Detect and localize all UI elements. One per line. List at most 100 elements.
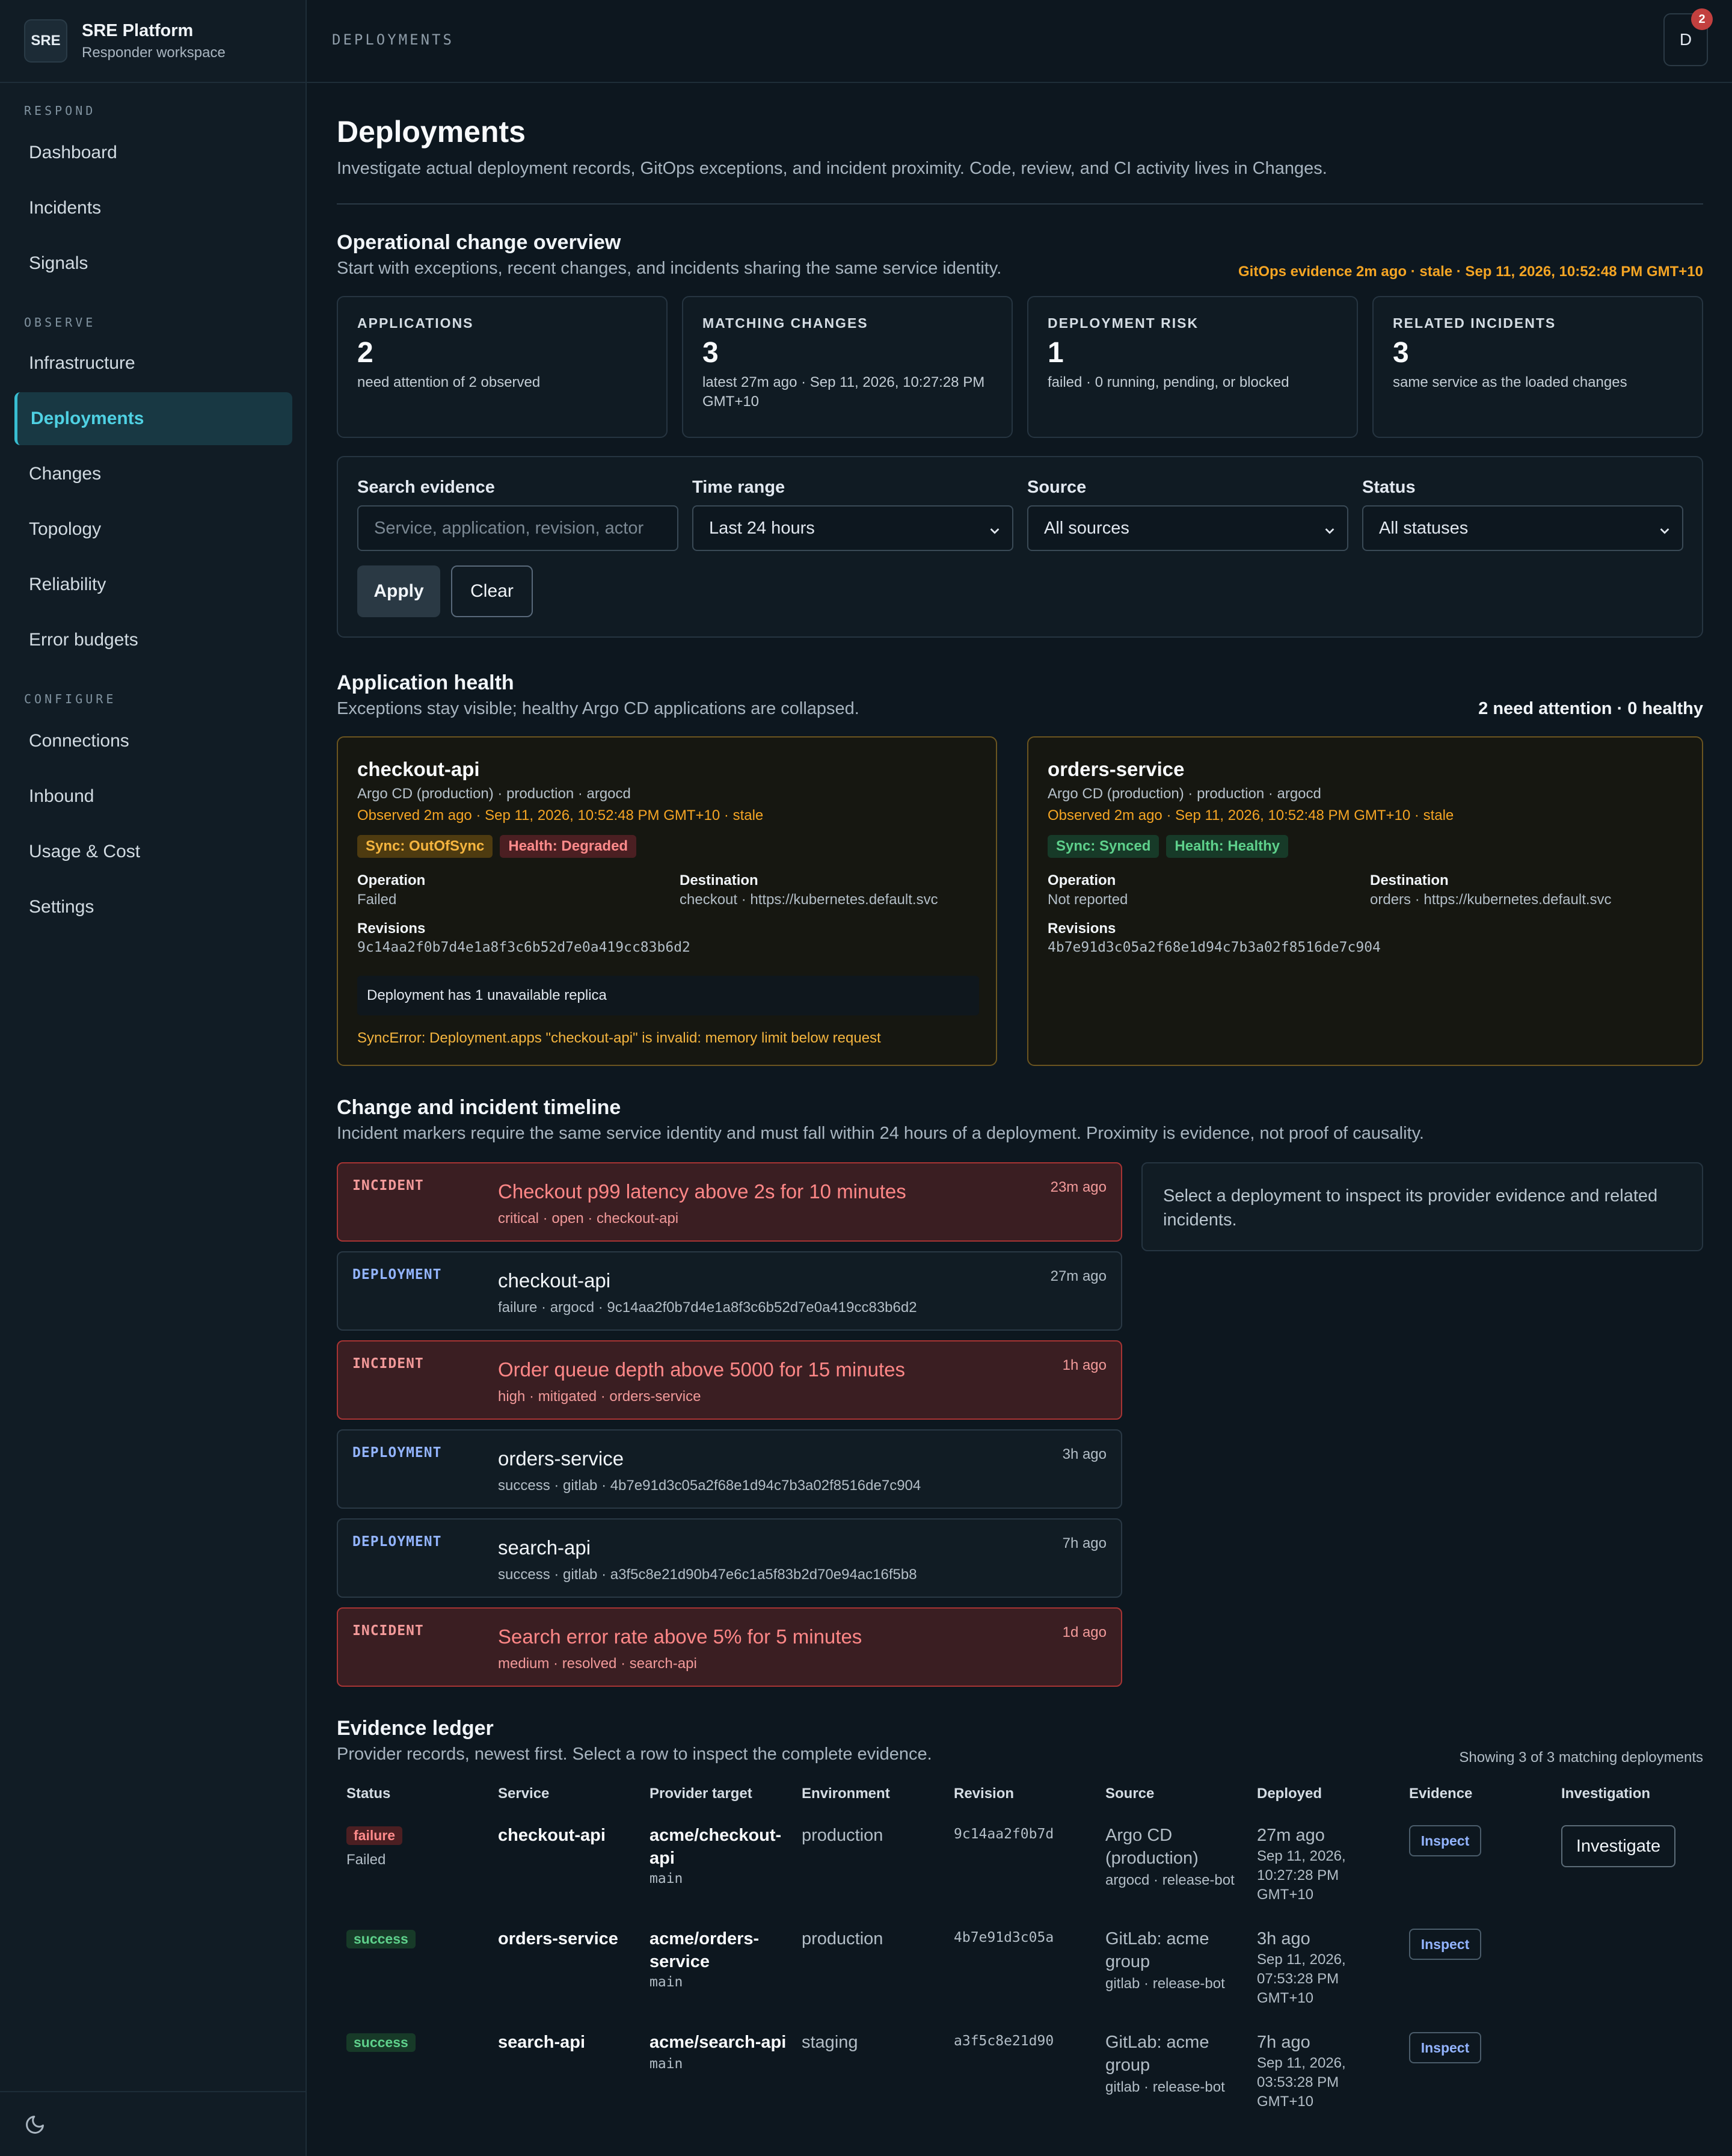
deployed-relative: 27m ago (1257, 1826, 1325, 1845)
column-header-revision[interactable]: Revision (954, 1785, 1014, 1802)
timeline-subtitle: Incident markers require the same servic… (337, 1124, 1424, 1143)
kpi-note: need attention of 2 observed (357, 374, 541, 390)
sidebar-item-changes[interactable]: Changes (14, 448, 292, 500)
timeline-incident[interactable]: INCIDENT Order queue depth above 5000 fo… (337, 1340, 1122, 1420)
deployed-at: Sep 11, 2026, 03:53:28 PM GMT+10 (1257, 2055, 1346, 2110)
nav-section-respond: RESPOND (24, 103, 96, 118)
health-title: Application health (337, 671, 514, 694)
inspect-button[interactable]: Inspect (1409, 2032, 1481, 2063)
sidebar-item-settings[interactable]: Settings (14, 881, 292, 934)
revision: a3f5c8e21d90 (954, 2033, 1054, 2049)
inspect-button[interactable]: Inspect (1409, 1825, 1481, 1856)
moon-icon[interactable] (24, 2114, 46, 2139)
kpi-label: APPLICATIONS (357, 315, 474, 331)
brand: SRE SRE Platform Responder workspace (0, 0, 306, 83)
investigate-button[interactable]: Investigate (1561, 1825, 1675, 1867)
nav-section-observe: OBSERVE (24, 315, 96, 330)
inspect-button[interactable]: Inspect (1409, 1929, 1481, 1960)
chevron-down-icon (988, 522, 1001, 542)
sidebar-item-usage-cost[interactable]: Usage & Cost (14, 825, 292, 878)
environment: production (802, 1826, 883, 1845)
app-meta: Argo CD (production) · production · argo… (1048, 786, 1321, 802)
source-value: All sources (1044, 518, 1129, 538)
app-meta: Argo CD (production) · production · argo… (357, 786, 631, 802)
sync-status-badge: Sync: OutOfSync (357, 835, 493, 858)
app-name: checkout-api (357, 758, 480, 780)
deployed-at: Sep 11, 2026, 10:27:28 PM GMT+10 (1257, 1848, 1346, 1903)
sync-status-badge: Sync: Synced (1048, 835, 1159, 858)
timeline-deployment[interactable]: DEPLOYMENT orders-service success · gitl… (337, 1429, 1122, 1509)
condition-message: Deployment has 1 unavailable replica (357, 976, 979, 1015)
revision: 4b7e91d3c05a (954, 1930, 1054, 1945)
column-header-evidence[interactable]: Evidence (1409, 1785, 1472, 1802)
sidebar-item-infrastructure[interactable]: Infrastructure (14, 337, 292, 390)
kpi-deployment-risk: DEPLOYMENT RISK 1 failed · 0 running, pe… (1027, 296, 1358, 438)
avatar[interactable]: D 2 (1663, 8, 1713, 66)
branch: main (650, 1871, 683, 1886)
chevron-down-icon (1658, 522, 1671, 542)
status-detail: Failed (346, 1852, 386, 1868)
search-input[interactable]: Service, application, revision, actor (357, 505, 678, 551)
brand-logo[interactable]: SRE (24, 19, 67, 63)
time-range-value: Last 24 hours (709, 518, 815, 538)
app-operation: Operation Not reported (1048, 872, 1128, 908)
environment: production (802, 1929, 883, 1948)
filter-panel: Search evidence Service, application, re… (337, 456, 1703, 638)
provider-target: acme/orders-service (650, 1929, 760, 1971)
app-destination: Destination orders · https://kubernetes.… (1370, 872, 1612, 908)
health-status-badge: Health: Healthy (1166, 835, 1289, 858)
app-card-checkout-api[interactable]: checkout-api Argo CD (production) · prod… (337, 736, 997, 1066)
apply-button[interactable]: Apply (357, 565, 440, 617)
column-header-investigation[interactable]: Investigation (1561, 1785, 1650, 1802)
sync-error-message: SyncError: Deployment.apps "checkout-api… (357, 1030, 881, 1046)
sidebar-item-inbound[interactable]: Inbound (14, 770, 292, 823)
app-observed: Observed 2m ago · Sep 11, 2026, 10:52:48… (1048, 807, 1454, 824)
source: Argo CD (production) (1105, 1826, 1199, 1868)
deployed-relative: 7h ago (1257, 2033, 1310, 2052)
status-select[interactable]: All statuses (1362, 505, 1683, 551)
sidebar-item-error-budgets[interactable]: Error budgets (14, 614, 292, 667)
sidebar-item-reliability[interactable]: Reliability (14, 558, 292, 611)
service-name: checkout-api (498, 1826, 606, 1845)
clear-button[interactable]: Clear (451, 565, 533, 617)
status-badge: success (346, 1930, 416, 1948)
sidebar-item-dashboard[interactable]: Dashboard (14, 126, 292, 179)
avatar-initial: D (1679, 30, 1692, 49)
column-header-source[interactable]: Source (1105, 1785, 1154, 1802)
status-label: Status (1362, 478, 1416, 497)
column-header-provider-target[interactable]: Provider target (650, 1785, 752, 1802)
app-operation: Operation Failed (357, 872, 426, 908)
app-card-orders-service[interactable]: orders-service Argo CD (production) · pr… (1027, 736, 1703, 1066)
source-select[interactable]: All sources (1027, 505, 1348, 551)
status-badge: success (346, 2033, 416, 2052)
sidebar-item-connections[interactable]: Connections (14, 715, 292, 768)
kpi-value: 1 (1048, 337, 1064, 369)
sidebar-item-signals[interactable]: Signals (14, 237, 292, 290)
environment: staging (802, 2033, 858, 2052)
sidebar-item-deployments[interactable]: Deployments (14, 392, 292, 445)
service-name: orders-service (498, 1929, 618, 1948)
column-header-status[interactable]: Status (346, 1785, 390, 1802)
deployed-at: Sep 11, 2026, 07:53:28 PM GMT+10 (1257, 1951, 1346, 2006)
ledger-subtitle: Provider records, newest first. Select a… (337, 1745, 932, 1764)
sidebar-item-topology[interactable]: Topology (14, 503, 292, 556)
branch: main (650, 1974, 683, 1990)
column-header-environment[interactable]: Environment (802, 1785, 890, 1802)
deployed-relative: 3h ago (1257, 1929, 1310, 1948)
column-header-service[interactable]: Service (498, 1785, 549, 1802)
kpi-note: latest 27m ago · Sep 11, 2026, 10:27:28 … (702, 374, 985, 410)
ledger-title: Evidence ledger (337, 1717, 494, 1740)
provider-target: acme/search-api (650, 2033, 787, 2052)
source-detail: gitlab · release-bot (1105, 2079, 1225, 2095)
column-header-deployed[interactable]: Deployed (1257, 1785, 1322, 1802)
timeline-deployment[interactable]: DEPLOYMENT checkout-api failure · argocd… (337, 1251, 1122, 1331)
timeline-deployment[interactable]: DEPLOYMENT search-api success · gitlab ·… (337, 1518, 1122, 1598)
kpi-value: 3 (1393, 337, 1409, 369)
timeline-incident[interactable]: INCIDENT Checkout p99 latency above 2s f… (337, 1162, 1122, 1242)
sidebar-item-incidents[interactable]: Incidents (14, 182, 292, 235)
timeline-incident[interactable]: INCIDENT Search error rate above 5% for … (337, 1607, 1122, 1687)
time-range-select[interactable]: Last 24 hours (692, 505, 1013, 551)
top-bar: DEPLOYMENTS D 2 (307, 0, 1732, 83)
health-subtitle: Exceptions stay visible; healthy Argo CD… (337, 699, 859, 718)
kpi-label: DEPLOYMENT RISK (1048, 315, 1199, 331)
